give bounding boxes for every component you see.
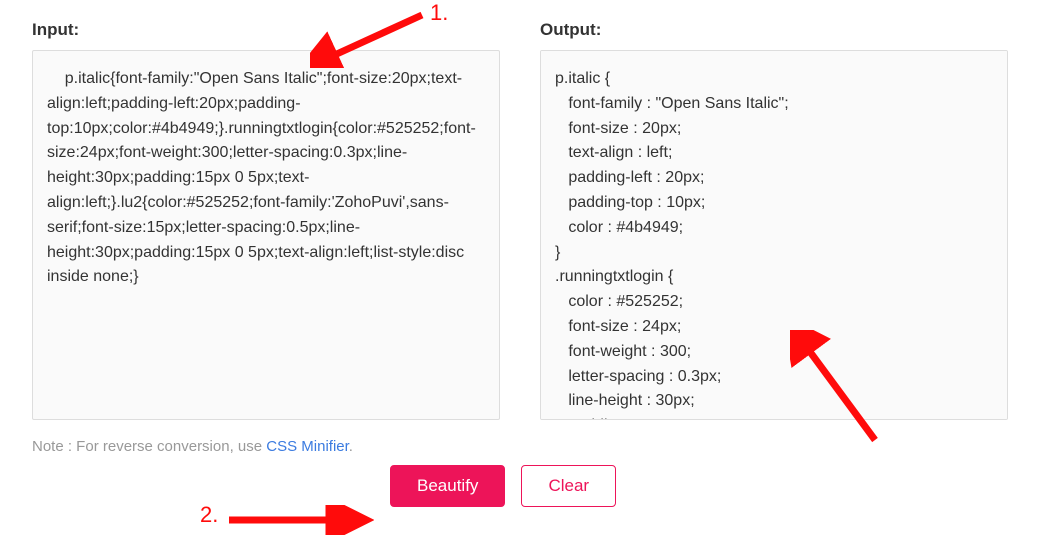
note-suffix: . — [349, 438, 353, 455]
output-panel: Output: — [540, 20, 1008, 420]
input-label: Input: — [32, 20, 500, 40]
clear-button[interactable]: Clear — [521, 465, 616, 507]
annotation-label-2: 2. — [200, 502, 218, 528]
output-textarea[interactable] — [540, 50, 1008, 420]
css-minifier-link[interactable]: CSS Minifier — [266, 438, 349, 455]
input-panel: Input: — [32, 20, 500, 420]
beautify-button[interactable]: Beautify — [390, 465, 505, 507]
input-textarea[interactable] — [32, 50, 500, 420]
note-text: Note : For reverse conversion, use CSS M… — [32, 438, 1008, 455]
output-label: Output: — [540, 20, 1008, 40]
note-prefix: Note : For reverse conversion, use — [32, 438, 266, 455]
annotation-arrow-2-icon — [224, 505, 374, 535]
